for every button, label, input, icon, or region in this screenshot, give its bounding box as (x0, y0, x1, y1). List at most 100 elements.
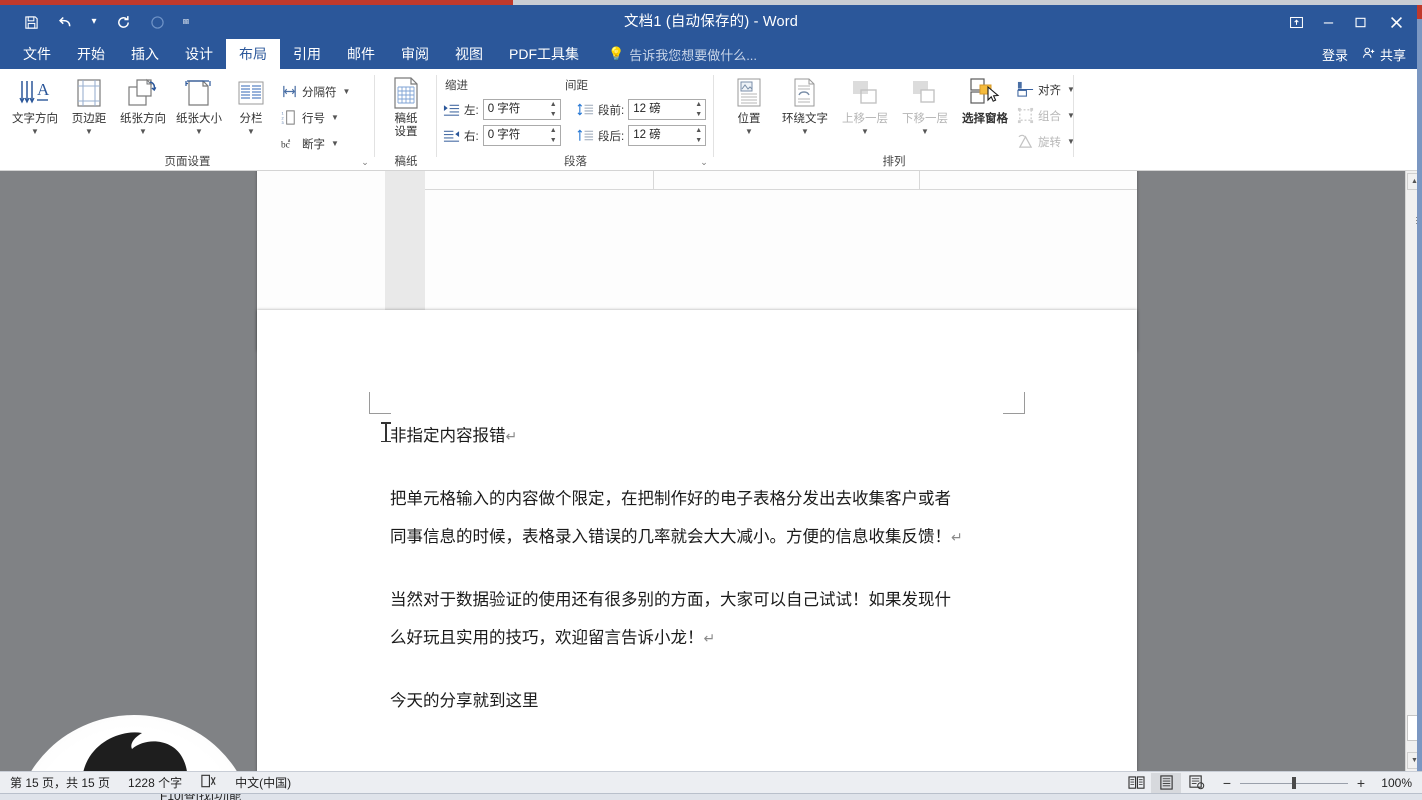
space-before-icon (577, 102, 594, 117)
view-read-mode-icon[interactable] (1121, 773, 1151, 793)
sign-in-link[interactable]: 登录 (1322, 45, 1348, 64)
ribbon-button-margins[interactable]: 页边距 ▼ (60, 75, 118, 149)
indent-left-input[interactable]: 0 字符 ▲ ▼ (482, 99, 561, 120)
tab-design[interactable]: 设计 (172, 39, 226, 69)
margin-corner-top-right (1003, 392, 1025, 414)
tab-layout[interactable]: 布局 (226, 39, 280, 69)
indent-left-value: 0 字符 (487, 103, 521, 115)
align-icon (1017, 81, 1034, 98)
ribbon-group-label: 段落 (564, 156, 587, 168)
ribbon-button-size[interactable]: 纸张大小 ▼ (170, 75, 228, 149)
zoom-slider-handle[interactable] (1292, 776, 1296, 789)
group-separator (1073, 75, 1074, 157)
minimize-icon[interactable] (1312, 5, 1344, 39)
ribbon-button-breaks[interactable]: 分隔符 ▼ (278, 79, 353, 104)
line-numbers-icon: 123 (281, 109, 298, 126)
view-print-layout-icon[interactable] (1151, 772, 1181, 793)
ribbon-button-columns[interactable]: 分栏 ▼ (228, 75, 274, 149)
zoom-level[interactable]: 100% (1374, 776, 1412, 790)
window-controls (1280, 5, 1416, 39)
ribbon-button-align[interactable]: 对齐 ▼ (1014, 77, 1078, 102)
zoom-control[interactable]: − + 100% (1221, 775, 1412, 791)
paragraph-text: 么好玩且实用的技巧，欢迎留言告诉小龙！ (390, 629, 704, 647)
space-after-input[interactable]: 12 磅 ▲ ▼ (628, 125, 707, 146)
document-canvas[interactable]: 11 12 13 非指定内容报错↵ 把单元格输入的内容做个限定，在把制作好的电子… (0, 171, 1422, 771)
chevron-down-icon: ▼ (801, 127, 809, 137)
indent-left-icon (443, 102, 460, 117)
proofing-errors-icon[interactable] (200, 774, 217, 791)
ribbon-button-label: 对齐 (1038, 84, 1061, 97)
ribbon-button-position[interactable]: 位置 ▼ (720, 75, 778, 149)
indent-left-label: 左: (464, 104, 479, 117)
zoom-in-button[interactable]: + (1355, 775, 1367, 791)
ribbon-button-wrap-text[interactable]: 环绕文字 ▼ (776, 75, 834, 149)
tab-review[interactable]: 审阅 (388, 39, 442, 69)
document-text[interactable]: 非指定内容报错↵ 把单元格输入的内容做个限定，在把制作好的电子表格分发出去收集客… (390, 428, 1010, 709)
tab-mailings[interactable]: 邮件 (334, 39, 388, 69)
indent-left-spinner[interactable]: ▲ ▼ (548, 101, 559, 118)
paragraph-text: 非指定内容报错 (390, 427, 506, 445)
zoom-slider[interactable] (1240, 776, 1348, 789)
space-after-value: 12 磅 (633, 129, 661, 141)
paragraph-text: 把单元格输入的内容做个限定，在把制作好的电子表格分发出去收集客户或者 (390, 489, 951, 508)
ribbon-group-label: 排列 (882, 156, 906, 168)
svg-text:2: 2 (281, 116, 283, 120)
word-count[interactable]: 1228 个字 (128, 774, 182, 791)
text-direction-icon: A (18, 75, 52, 111)
ribbon-button-manuscript-settings[interactable]: 稿纸 设置 (377, 75, 435, 149)
indent-right-spinner[interactable]: ▲ ▼ (548, 127, 559, 144)
grid-paper-icon (390, 75, 422, 111)
tab-view[interactable]: 视图 (442, 39, 496, 69)
language-indicator[interactable]: 中文(中国) (235, 774, 291, 791)
paragraph: 把单元格输入的内容做个限定，在把制作好的电子表格分发出去收集客户或者 (390, 489, 1010, 508)
tell-me-box[interactable]: 💡 告诉我您想要做什么... (592, 39, 757, 69)
bottom-cutoff-strip: F10|查|找|功|能 (0, 793, 1422, 800)
breaks-icon (281, 83, 298, 100)
tab-references[interactable]: 引用 (280, 39, 334, 69)
restore-icon[interactable] (1344, 5, 1376, 39)
ribbon-button-label: 纸张大小 (176, 113, 222, 125)
share-button[interactable]: 共享 (1354, 42, 1414, 67)
ribbon-button-label: 断字 (302, 138, 325, 151)
view-web-layout-icon[interactable] (1181, 773, 1211, 793)
close-icon[interactable] (1376, 5, 1416, 39)
paragraph-dialog-launcher[interactable]: ⌄ (698, 156, 710, 168)
tab-file[interactable]: 文件 (10, 39, 64, 69)
page-info[interactable]: 第 15 页，共 15 页 (10, 774, 110, 791)
indent-right-label: 右: (464, 130, 479, 143)
ribbon-group-arrange: 位置 ▼ 环绕文字 ▼ 上移一层 ▼ 下移一层 ▼ 选择窗格 对齐 ▼ 组合 ▼… (714, 69, 1075, 171)
ribbon-display-options-icon[interactable] (1280, 5, 1312, 39)
ribbon-button-group: 组合 ▼ (1014, 103, 1078, 128)
tab-home[interactable]: 开始 (64, 39, 118, 69)
status-left: 第 15 页，共 15 页 1228 个字 中文(中国) (0, 774, 291, 791)
space-after-spinner[interactable]: ▲ ▼ (693, 127, 704, 144)
ribbon: A 文字方向 ▼ 页边距 ▼ 纸张方向 ▼ 纸张大小 ▼ 分栏 ▼ 分隔符 ▼ … (0, 69, 1422, 171)
ribbon-button-label: 旋转 (1038, 136, 1061, 149)
space-before-input[interactable]: 12 磅 ▲ ▼ (628, 99, 707, 120)
space-after-label: 段后: (598, 130, 625, 143)
ribbon-group-label: 稿纸 (394, 156, 418, 168)
chevron-down-icon: ▼ (745, 127, 753, 137)
svg-text:A: A (37, 80, 50, 99)
ribbon-group-label: 页面设置 (164, 156, 211, 168)
tab-pdf-tools[interactable]: PDF工具集 (496, 39, 592, 69)
ribbon-button-label: 纸张方向 (120, 113, 166, 125)
ribbon-button-line-numbers[interactable]: 123 行号 ▼ (278, 105, 342, 130)
page-setup-dialog-launcher[interactable]: ⌄ (359, 156, 371, 168)
paragraph: 今天的分享就到这里 (390, 691, 1010, 710)
orientation-icon (126, 75, 160, 111)
document-page-current[interactable]: 非指定内容报错↵ 把单元格输入的内容做个限定，在把制作好的电子表格分发出去收集客… (257, 310, 1137, 771)
zoom-out-button[interactable]: − (1221, 775, 1233, 791)
ribbon-button-text-direction[interactable]: A 文字方向 ▼ (6, 75, 64, 149)
ribbon-button-selection-pane[interactable]: 选择窗格 (954, 75, 1016, 149)
ribbon-button-orientation[interactable]: 纸张方向 ▼ (114, 75, 172, 149)
rotate-icon (1017, 133, 1034, 150)
tab-insert[interactable]: 插入 (118, 39, 172, 69)
paragraph-text: 今天的分享就到这里 (390, 691, 539, 710)
space-before-spinner[interactable]: ▲ ▼ (693, 101, 704, 118)
indent-right-input[interactable]: 0 字符 ▲ ▼ (482, 125, 561, 146)
share-person-icon (1362, 46, 1376, 63)
chevron-down-icon: ▼ (342, 87, 351, 96)
ribbon-button-label: 分栏 (239, 113, 263, 125)
ribbon-button-label-line1: 稿纸 (394, 113, 418, 125)
